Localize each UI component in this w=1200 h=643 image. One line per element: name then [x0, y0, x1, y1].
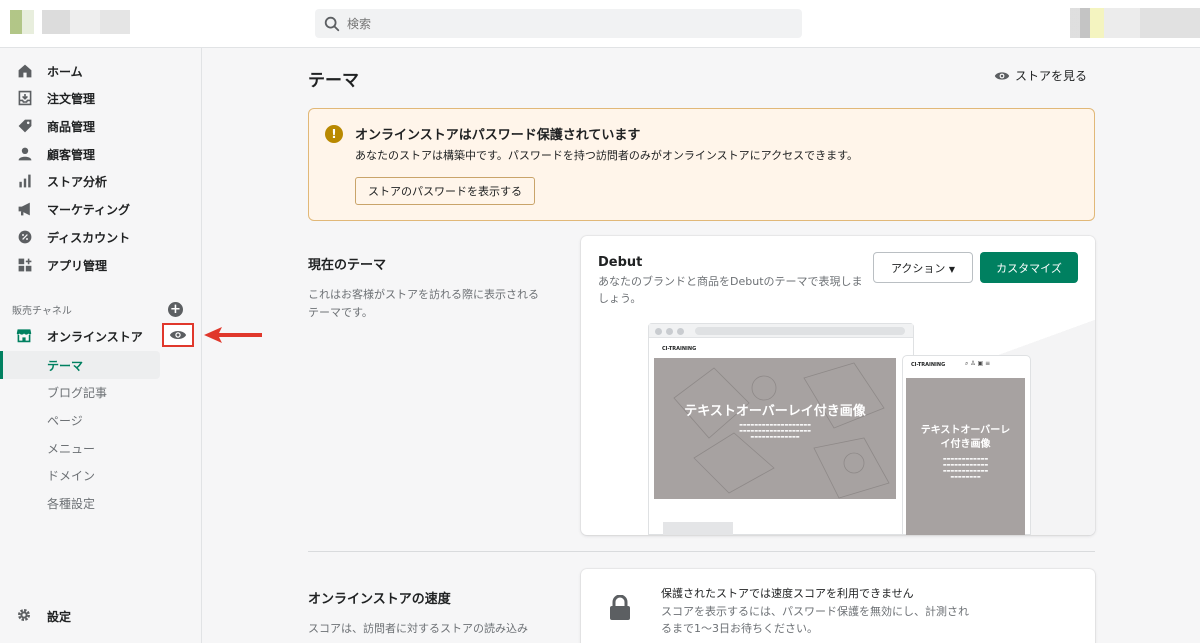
- preview-store-name: CI-TRAINING: [662, 346, 697, 352]
- sidebar-item-settings[interactable]: 設定: [16, 603, 71, 629]
- online-store-label: オンラインストア: [47, 329, 143, 344]
- eye-icon: [169, 330, 187, 340]
- mobile-preview: CI-TRAINING ⌕ ♙ ▣ ≡ テキストオーバーレ イ付き画像 ▬▬▬▬…: [902, 355, 1031, 535]
- eye-icon: [994, 71, 1010, 80]
- person-icon: [16, 145, 34, 163]
- mobile-hero-title-line2: イ付き画像: [940, 439, 991, 450]
- apps-icon: [16, 256, 34, 274]
- theme-desc: あなたのブランドと商品をDebutのテーマで表現しましょう。: [598, 275, 863, 305]
- sidebar-item-label: マーケティング: [47, 202, 131, 217]
- sidebar-item-orders[interactable]: 注文管理: [16, 85, 95, 111]
- speed-card-text: スコアを表示するには、パスワード保護を無効にし、計測されるまで1〜3日お待ちくだ…: [661, 605, 969, 635]
- search-icon: [324, 16, 340, 31]
- tag-icon: [16, 117, 34, 135]
- speed-card: 保護されたストアでは速度スコアを利用できません スコアを表示するには、パスワード…: [581, 569, 1095, 643]
- preview-hero-subtext: ▬▬▬▬▬▬▬▬▬▬▬▬▬▬▬▬▬▬▬ ▬▬▬▬▬▬▬▬▬▬▬▬▬▬▬▬▬▬▬ ▬▬…: [739, 422, 811, 439]
- action-label: アクション: [890, 261, 946, 275]
- sidebar-item-discounts[interactable]: ディスカウント: [16, 224, 130, 250]
- bar-chart-icon: [16, 172, 34, 190]
- action-dropdown-button[interactable]: アクション ▼: [873, 252, 973, 283]
- account-menu[interactable]: [1070, 8, 1200, 38]
- sidebar-item-products[interactable]: 商品管理: [16, 113, 95, 139]
- sidebar-item-customers[interactable]: 顧客管理: [16, 141, 95, 167]
- sidebar-subitem-label: テーマ: [47, 359, 84, 373]
- sidebar-subitem-menu[interactable]: メニュー: [47, 436, 95, 460]
- view-store-label: ストアを見る: [1015, 69, 1088, 83]
- mobile-hero-subtext: ▬▬▬▬▬▬▬▬▬▬▬▬ ▬▬▬▬▬▬▬▬▬▬▬▬ ▬▬▬▬▬▬▬▬▬▬▬▬ ▬▬▬▬…: [942, 456, 989, 479]
- browser-chrome: [649, 324, 913, 338]
- sidebar-item-label: 注文管理: [47, 91, 96, 106]
- sidebar-subitem-pages[interactable]: ページ: [47, 408, 83, 432]
- password-banner: ! オンラインストアはパスワード保護されています あなたのストアは構築中です。パ…: [308, 108, 1095, 221]
- desktop-preview: CI-TRAINING テキストオーバーレイ付き画像 ▬▬▬▬▬▬▬▬▬▬▬▬▬…: [648, 323, 914, 535]
- sidebar-item-label: 顧客管理: [47, 147, 96, 162]
- banner-text: あなたのストアは構築中です。パスワードを持つ訪問者のみがオンラインストアにアクセ…: [355, 149, 859, 162]
- view-store-link[interactable]: ストアを見る: [994, 67, 1087, 84]
- theme-name: Debut: [598, 255, 643, 270]
- window-dot: [666, 328, 673, 335]
- window-dot: [655, 328, 662, 335]
- speed-heading: オンラインストアの速度: [308, 592, 451, 607]
- sidebar-item-label: アプリ管理: [47, 258, 108, 273]
- sidebar-item-label: 商品管理: [47, 119, 96, 134]
- megaphone-icon: [16, 200, 34, 218]
- sidebar-item-label: ディスカウント: [47, 230, 131, 245]
- sidebar-item-apps[interactable]: アプリ管理: [16, 252, 107, 278]
- sidebar-subitem-blog[interactable]: ブログ記事: [47, 380, 107, 404]
- sidebar-item-marketing[interactable]: マーケティング: [16, 196, 130, 222]
- active-indicator: [0, 351, 3, 379]
- store-logo[interactable]: [10, 10, 130, 34]
- preview-hero-image: テキストオーバーレイ付き画像 ▬▬▬▬▬▬▬▬▬▬▬▬▬▬▬▬▬▬▬ ▬▬▬▬▬▬…: [654, 358, 896, 499]
- sidebar-item-label: ストア分析: [47, 174, 108, 189]
- current-theme-heading: 現在のテーマ: [308, 258, 387, 273]
- search-bar[interactable]: [315, 9, 802, 38]
- add-channel-button[interactable]: +: [168, 302, 183, 317]
- mobile-hero-title: テキストオーバーレ イ付き画像: [906, 424, 1025, 452]
- mobile-hero-image: テキストオーバーレ イ付き画像 ▬▬▬▬▬▬▬▬▬▬▬▬ ▬▬▬▬▬▬▬▬▬▬▬▬…: [906, 378, 1025, 535]
- store-icon: [16, 327, 34, 345]
- sidebar-item-online-store[interactable]: オンラインストア: [16, 323, 143, 349]
- page-title: テーマ: [308, 71, 359, 91]
- sidebar-item-label: ホーム: [47, 64, 83, 79]
- sidebar-item-home[interactable]: ホーム: [16, 58, 83, 84]
- red-arrow-annotation: [204, 327, 262, 343]
- view-store-eye-button[interactable]: [162, 323, 194, 347]
- preview-hero-title: テキストオーバーレイ付き画像: [684, 404, 866, 419]
- current-theme-desc: これはお客様がストアを訪れる際に表示されるテーマです。: [308, 288, 539, 319]
- sidebar-subitem-domain[interactable]: ドメイン: [47, 463, 95, 487]
- preview-below-block: [663, 522, 733, 535]
- mobile-header-icons: ⌕ ♙ ▣ ≡: [965, 360, 991, 367]
- customize-button[interactable]: カスタマイズ: [980, 252, 1078, 283]
- sales-channels-heading: 販売チャネル: [12, 306, 72, 317]
- sidebar-subitem-settings[interactable]: 各種設定: [47, 491, 95, 515]
- orders-icon: [16, 89, 34, 107]
- gear-icon: [16, 607, 34, 625]
- sidebar-item-analytics[interactable]: ストア分析: [16, 168, 107, 194]
- section-divider: [308, 551, 1095, 552]
- settings-label: 設定: [47, 609, 72, 624]
- search-input[interactable]: [347, 16, 747, 31]
- home-icon: [16, 62, 34, 80]
- window-dot: [677, 328, 684, 335]
- speed-card-title: 保護されたストアでは速度スコアを利用できません: [661, 587, 914, 600]
- banner-title: オンラインストアはパスワード保護されています: [355, 128, 641, 143]
- lock-icon: [610, 595, 630, 620]
- show-password-button[interactable]: ストアのパスワードを表示する: [355, 177, 535, 205]
- mobile-hero-title-line1: テキストオーバーレ: [920, 425, 1011, 436]
- top-bar: [0, 0, 1200, 48]
- mobile-store-name: CI-TRAINING: [911, 362, 946, 368]
- url-bar: [695, 327, 905, 335]
- theme-card: Debut あなたのブランドと商品をDebutのテーマで表現しましょう。 アクシ…: [581, 236, 1095, 535]
- caret-down-icon: ▼: [948, 264, 956, 274]
- sidebar-subitem-theme[interactable]: テーマ: [0, 351, 160, 379]
- speed-desc: スコアは、訪問者に対するストアの読み込み: [308, 622, 528, 635]
- discount-icon: [16, 228, 34, 246]
- warning-icon: !: [325, 125, 343, 143]
